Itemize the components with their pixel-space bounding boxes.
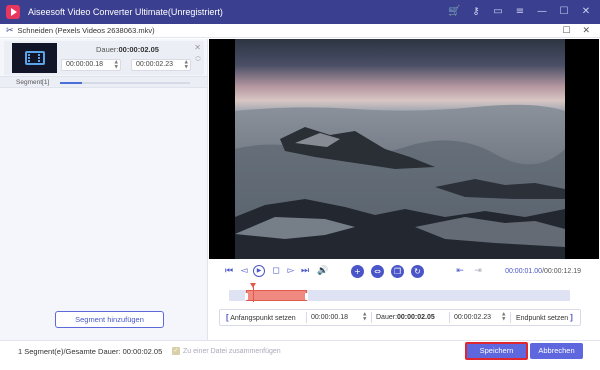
footer: 1 Segment(e)/Gesamte Dauer: 00:00:02.05 … [0,340,600,370]
segment-card[interactable]: Dauer:00:00:02.05 00:00:00.18 ▲ ▼ 00:00:0… [4,41,204,75]
reset-icon[interactable]: ↻ [411,265,424,278]
start-time-stepper-icon[interactable]: ▲ ▼ [363,312,366,322]
end-time-field[interactable]: 00:00:02.23 [454,310,502,325]
copy-segment-icon[interactable]: ❐ [391,265,404,278]
feedback-icon[interactable]: ▭ [492,6,504,18]
segment-track-fill [60,82,83,84]
go-to-end-icon[interactable]: ⇥ [472,265,484,277]
film-icon [24,51,45,65]
app-logo [6,5,20,19]
end-stepper-icon[interactable]: ▲ ▼ [185,60,188,70]
selection-end-handle[interactable] [305,293,309,300]
window-title: Aiseesoft Video Converter Ultimate(Unreg… [28,7,223,17]
add-segment-button[interactable]: Segment hinzufügen [55,311,164,328]
title-bar: Aiseesoft Video Converter Ultimate(Unreg… [0,0,600,24]
cut-duration: Dauer:00:00:02.05 [376,314,435,321]
skip-start-icon[interactable]: ⏮ [223,265,235,277]
cut-time-row: [ Anfangspunkt setzen 00:00:00.18 ▲ ▼ Dau… [219,309,581,326]
timeline[interactable] [229,290,570,301]
end-time-stepper-icon[interactable]: ▲ ▼ [502,312,505,322]
volume-icon[interactable]: 🔊 [317,265,329,277]
segment-list-row[interactable]: Segment[1] [0,76,207,88]
playback-controls: ⏮ ◅ ▶ ◻ ▻ ⏭ 🔊 + ⇔ ❐ ↻ ⇤ ⇥ 00:00:01.00/00… [209,262,599,282]
start-time-field[interactable]: 00:00:00.18 [311,310,359,325]
add-segment-icon[interactable]: + [351,265,364,278]
step-forward-icon[interactable]: ▻ [285,265,297,277]
segment-panel: Dauer:00:00:02.05 00:00:00.18 ▲ ▼ 00:00:0… [0,39,208,340]
bracket-left-icon: [ [226,313,229,322]
stop-icon[interactable]: ◻ [270,265,282,277]
segment-track [60,82,190,84]
segment-summary: 1 Segment(e)/Gesamte Dauer: 00:00:02.05 [18,347,163,356]
close-icon[interactable]: ✕ [580,6,592,18]
segment-delete-icon[interactable]: ✕ [194,43,201,52]
window-controls: 🛒 ⚷ ▭ ≡ — ☐ ✕ [448,0,592,24]
scissors-icon: ✂ [6,25,14,36]
dialog-close-icon[interactable]: ✕ [582,26,590,36]
video-preview [209,39,599,259]
step-back-icon[interactable]: ◅ [238,265,250,277]
play-icon[interactable]: ▶ [253,265,265,277]
video-frame [235,39,565,259]
set-start-button[interactable]: [ Anfangspunkt setzen [226,310,296,325]
checkbox-icon[interactable]: ✓ [172,347,180,355]
save-button[interactable]: Speichern [465,342,528,360]
start-stepper-icon[interactable]: ▲ ▼ [115,60,118,70]
set-end-button[interactable]: Endpunkt setzen ] [516,310,573,325]
selection-range[interactable] [245,290,309,301]
segment-duration: Dauer:00:00:02.05 [96,45,159,54]
split-icon[interactable]: ⇔ [371,265,384,278]
segment-label: Segment[1] [16,79,50,86]
skip-end-icon[interactable]: ⏭ [299,265,311,277]
segment-thumbnail [12,43,57,73]
menu-icon[interactable]: ≡ [514,6,526,18]
minimize-icon[interactable]: — [536,6,548,18]
playhead-marker-icon[interactable] [249,283,256,288]
cart-icon[interactable]: 🛒 [448,6,460,18]
dialog-title: Schneiden (Pexels Videos 2638063.mkv) [17,26,155,35]
selection-start-handle[interactable] [245,293,249,300]
bracket-right-icon: ] [570,313,573,322]
dialog-header: ✂ Schneiden (Pexels Videos 2638063.mkv) … [0,24,600,38]
segment-reorder-icon[interactable]: ︿ ﹀ [195,54,201,66]
segment-start-field[interactable]: 00:00:00.18 ▲ ▼ [61,59,121,71]
cancel-button[interactable]: Abbrechen [530,343,583,359]
dialog-maximize-icon[interactable]: ☐ [562,26,570,36]
maximize-icon[interactable]: ☐ [558,6,570,18]
merge-checkbox[interactable]: ✓ Zu einer Datei zusammenfügen [172,347,281,355]
segment-end-field[interactable]: 00:00:02.23 ▲ ▼ [131,59,191,71]
playback-time: 00:00:01.00/00:00:12.19 [505,268,581,275]
key-icon[interactable]: ⚷ [470,6,482,18]
go-to-start-icon[interactable]: ⇤ [454,265,466,277]
